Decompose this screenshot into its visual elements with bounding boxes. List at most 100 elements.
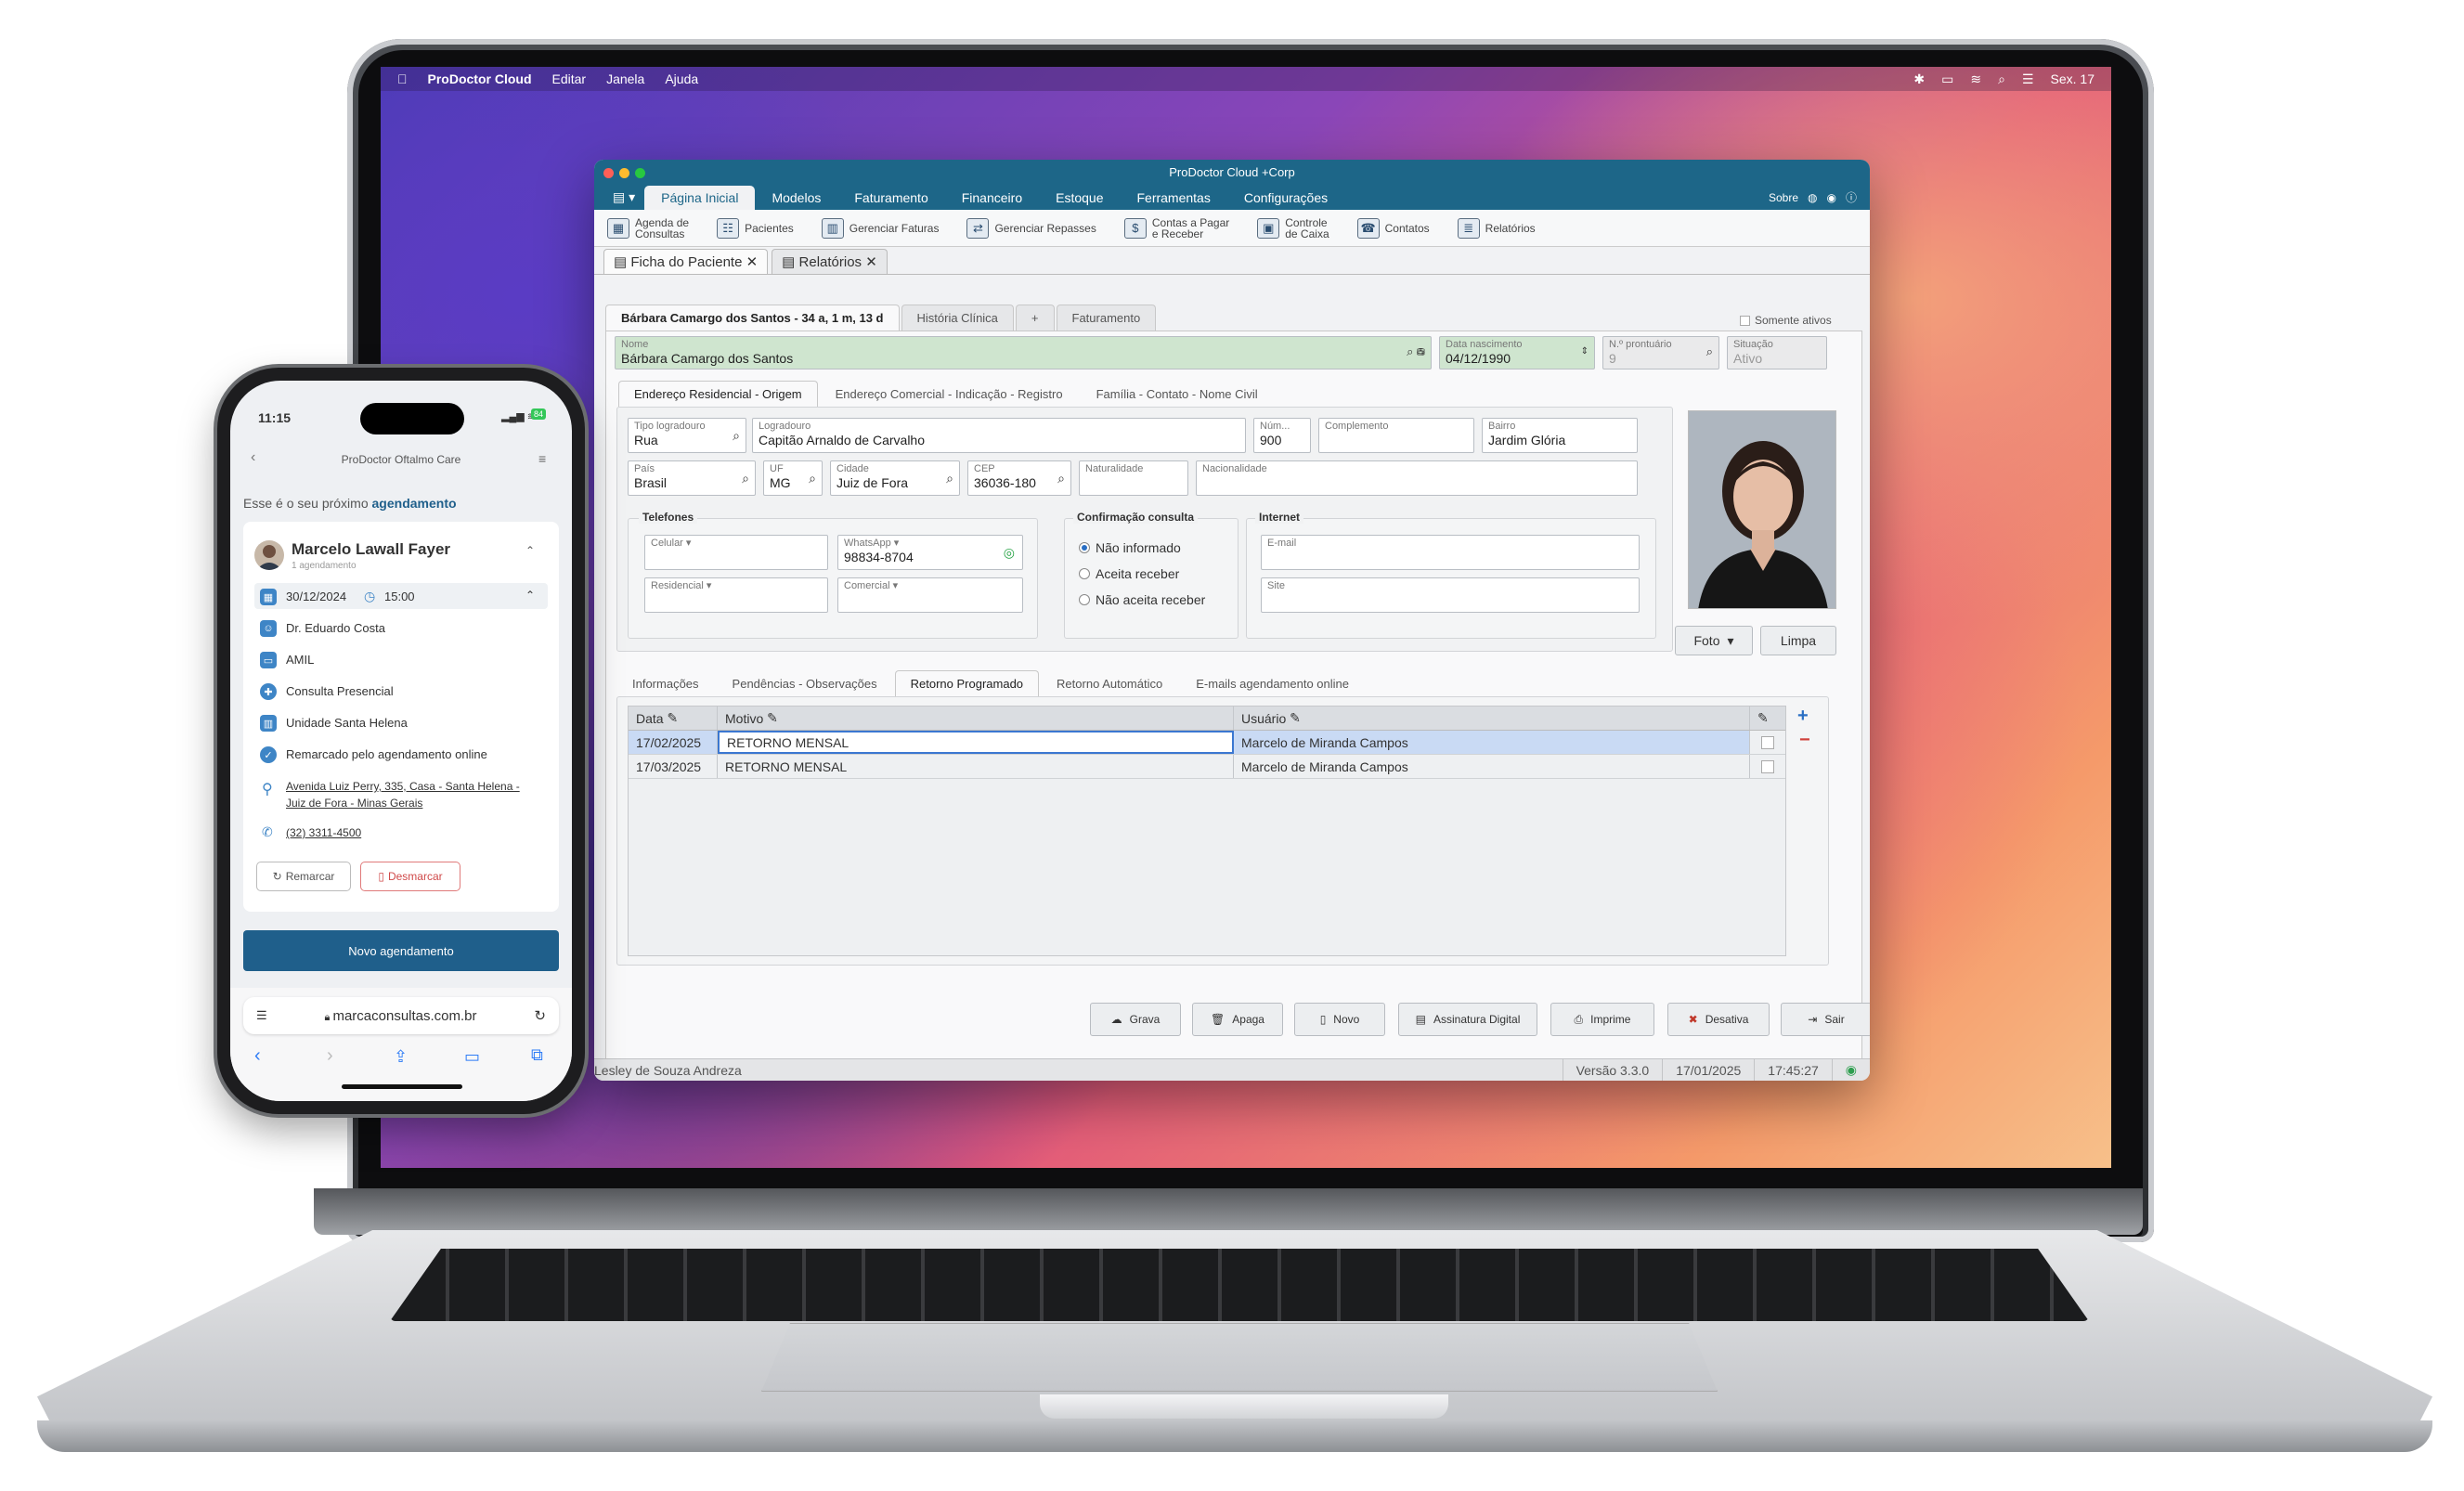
maximize-window-button[interactable] — [635, 168, 645, 178]
naturalidade-field[interactable]: Naturalidade — [1079, 460, 1188, 496]
comercial-field[interactable]: Comercial ▾ — [837, 577, 1023, 613]
chevron-up-icon[interactable]: ⌃ — [525, 589, 535, 602]
numero-field[interactable]: Núm... 900 — [1253, 418, 1311, 453]
doc-tab-relatorios[interactable]: ▤ Relatórios ✕ — [772, 249, 888, 274]
about-link[interactable]: Sobre — [1769, 191, 1798, 204]
address-link[interactable]: Avenida Luiz Perry, 335, Casa - Santa He… — [286, 778, 527, 811]
row-checkbox[interactable] — [1761, 759, 1774, 773]
search-icon[interactable]: ⌕ — [809, 471, 816, 486]
search-binoculars-icon[interactable]: ⌕ ⛁ — [1407, 344, 1425, 359]
close-window-button[interactable] — [603, 168, 614, 178]
tab-ferramentas[interactable]: Ferramentas — [1120, 186, 1226, 210]
minimize-window-button[interactable] — [619, 168, 629, 178]
search-icon[interactable]: ⌕ — [946, 471, 953, 486]
help-icon[interactable]: ⓘ — [1846, 189, 1857, 205]
close-tab-icon[interactable]: ✕ — [865, 254, 877, 270]
apaga-button[interactable]: 🗑 Apaga — [1192, 1003, 1283, 1036]
toolbar-repasses-button[interactable]: ⇄ Gerenciar Repasses — [966, 217, 1096, 239]
tab-endereco-comercial[interactable]: Endereço Comercial - Indicação - Registr… — [820, 381, 1079, 407]
toolbar-agenda-button[interactable]: ▦ Agenda de Consultas — [607, 217, 689, 240]
tipo-logradouro-field[interactable]: Tipo logradouro Rua ⌕ — [628, 418, 746, 453]
tab-familia[interactable]: Família - Contato - Nome Civil — [1081, 381, 1274, 407]
novo-button[interactable]: ▯ Novo — [1294, 1003, 1385, 1036]
residencial-field[interactable]: Residencial ▾ — [644, 577, 828, 613]
sair-button[interactable]: ⇥ Sair — [1781, 1003, 1870, 1036]
tab-emails-agendamento[interactable]: E-mails agendamento online — [1180, 670, 1365, 696]
remove-row-icon[interactable]: − — [1799, 730, 1810, 751]
imprime-button[interactable]: ⎙ Imprime — [1550, 1003, 1654, 1036]
limpa-button[interactable]: Limpa — [1760, 626, 1836, 655]
support-icon[interactable]: ◉ — [1827, 191, 1836, 204]
doc-tab-ficha[interactable]: ▤ Ficha do Paciente ✕ — [603, 249, 769, 274]
phone-number-link[interactable]: (32) 3311-4500 — [286, 826, 361, 839]
tab-endereco-residencial[interactable]: Endereço Residencial - Origem — [618, 381, 818, 407]
reload-icon[interactable]: ↻ — [534, 1007, 546, 1024]
whatsapp-icon[interactable]: ◎ — [1004, 545, 1015, 561]
tab-faturamento[interactable]: Faturamento — [837, 186, 944, 210]
column-header-motivo[interactable]: Motivo ✎ — [718, 707, 1234, 730]
collapse-icon[interactable]: ⌃ — [525, 544, 535, 557]
control-center-icon[interactable]: ☰ — [2022, 71, 2034, 87]
tab-pendencias[interactable]: Pendências - Observações — [717, 670, 893, 696]
uf-field[interactable]: UF MG ⌕ — [763, 460, 823, 496]
tab-financeiro[interactable]: Financeiro — [945, 186, 1039, 210]
somente-ativos-checkbox[interactable]: Somente ativos — [1740, 314, 1832, 327]
checkbox[interactable] — [1740, 315, 1750, 326]
search-icon[interactable]: ⌕ — [1998, 71, 2005, 87]
cell-data[interactable]: 17/02/2025 — [629, 731, 718, 754]
toolbar-caixa-button[interactable]: ▣ Controle de Caixa — [1257, 217, 1329, 240]
radio-nao-aceita-receber[interactable]: Não aceita receber — [1079, 592, 1205, 607]
app-menu-icon[interactable]: ▤ ▾ — [603, 185, 644, 210]
celular-field[interactable]: Celular ▾ — [644, 535, 828, 570]
tab-retorno-programado[interactable]: Retorno Programado — [894, 670, 1040, 696]
search-icon[interactable]: ⌕ — [1706, 344, 1713, 359]
menubar-item-editar[interactable]: Editar — [552, 71, 587, 86]
column-header-data[interactable]: Data ✎ — [629, 707, 718, 730]
bairro-field[interactable]: Bairro Jardim Glória — [1482, 418, 1638, 453]
bookmarks-icon[interactable]: ▭ — [464, 1047, 480, 1067]
tab-configuracoes[interactable]: Configurações — [1227, 186, 1344, 210]
tab-faturamento-patient[interactable]: Faturamento — [1056, 305, 1157, 331]
tab-estoque[interactable]: Estoque — [1039, 186, 1120, 210]
desmarcar-button[interactable]: ▯ Desmarcar — [360, 862, 460, 891]
cep-field[interactable]: CEP 36036-180 ⌕ — [967, 460, 1071, 496]
menubar-app-name[interactable]: ProDoctor Cloud — [428, 71, 532, 86]
toolbar-relatorios-button[interactable]: ≣ Relatórios — [1457, 217, 1536, 239]
add-row-icon[interactable]: + — [1797, 706, 1809, 727]
email-field[interactable]: E-mail — [1261, 535, 1640, 570]
toolbar-contatos-button[interactable]: ☎ Contatos — [1356, 217, 1430, 239]
cell-motivo[interactable]: RETORNO MENSAL — [718, 755, 1234, 778]
remarcar-button[interactable]: ↻ Remarcar — [256, 862, 351, 891]
apple-icon[interactable]:  — [397, 71, 408, 86]
logradouro-field[interactable]: Logradouro Capitão Arnaldo de Carvalho — [752, 418, 1246, 453]
close-tab-icon[interactable]: ✕ — [746, 254, 759, 270]
search-icon[interactable]: ⌕ — [742, 471, 749, 486]
wifi-icon[interactable]: ≋ — [1970, 71, 1981, 87]
cidade-field[interactable]: Cidade Juiz de Fora ⌕ — [830, 460, 960, 496]
globe-icon[interactable]: ◍ — [1808, 191, 1817, 204]
assinatura-digital-button[interactable]: ▤ Assinatura Digital — [1398, 1003, 1537, 1036]
tab-patient-summary[interactable]: Bárbara Camargo dos Santos - 34 a, 1 m, … — [605, 305, 900, 331]
complemento-field[interactable]: Complemento — [1318, 418, 1474, 453]
prontuario-field[interactable]: N.º prontuário 9 ⌕ — [1602, 336, 1719, 370]
grava-button[interactable]: ☁ Grava — [1090, 1003, 1181, 1036]
back-arrow-icon[interactable]: ‹ — [254, 1045, 261, 1067]
whatsapp-field[interactable]: WhatsApp ▾ 98834-8704 ◎ — [837, 535, 1023, 570]
toolbar-contas-button[interactable]: $ Contas a Pagar e Receber — [1123, 217, 1229, 240]
table-row[interactable]: 17/02/2025 RETORNO MENSAL Marcelo de Mir… — [629, 731, 1785, 755]
stepper-icon[interactable]: ⇕ — [1581, 346, 1589, 357]
radio-aceita-receber[interactable]: Aceita receber — [1079, 566, 1179, 581]
add-tab-button[interactable]: + — [1015, 305, 1055, 331]
tab-informacoes[interactable]: Informações — [616, 670, 715, 696]
tab-pagina-inicial[interactable]: Página Inicial — [644, 186, 756, 210]
address-bar[interactable]: ☰ 🔒︎ marcaconsultas.com.br ↻ — [243, 997, 559, 1034]
desativa-button[interactable]: ✖ Desativa — [1667, 1003, 1770, 1036]
cell-data[interactable]: 17/03/2025 — [629, 755, 718, 778]
cell-motivo[interactable]: RETORNO MENSAL — [718, 731, 1234, 754]
cell-usuario[interactable]: Marcelo de Miranda Campos — [1234, 755, 1750, 778]
toolbar-pacientes-button[interactable]: ☷ Pacientes — [717, 217, 794, 239]
battery-icon[interactable]: ▭ — [1941, 71, 1953, 87]
hamburger-menu-icon[interactable]: ≡ — [538, 451, 546, 466]
novo-agendamento-button[interactable]: Novo agendamento — [243, 930, 559, 971]
tabs-icon[interactable]: ⧉ — [531, 1045, 543, 1065]
